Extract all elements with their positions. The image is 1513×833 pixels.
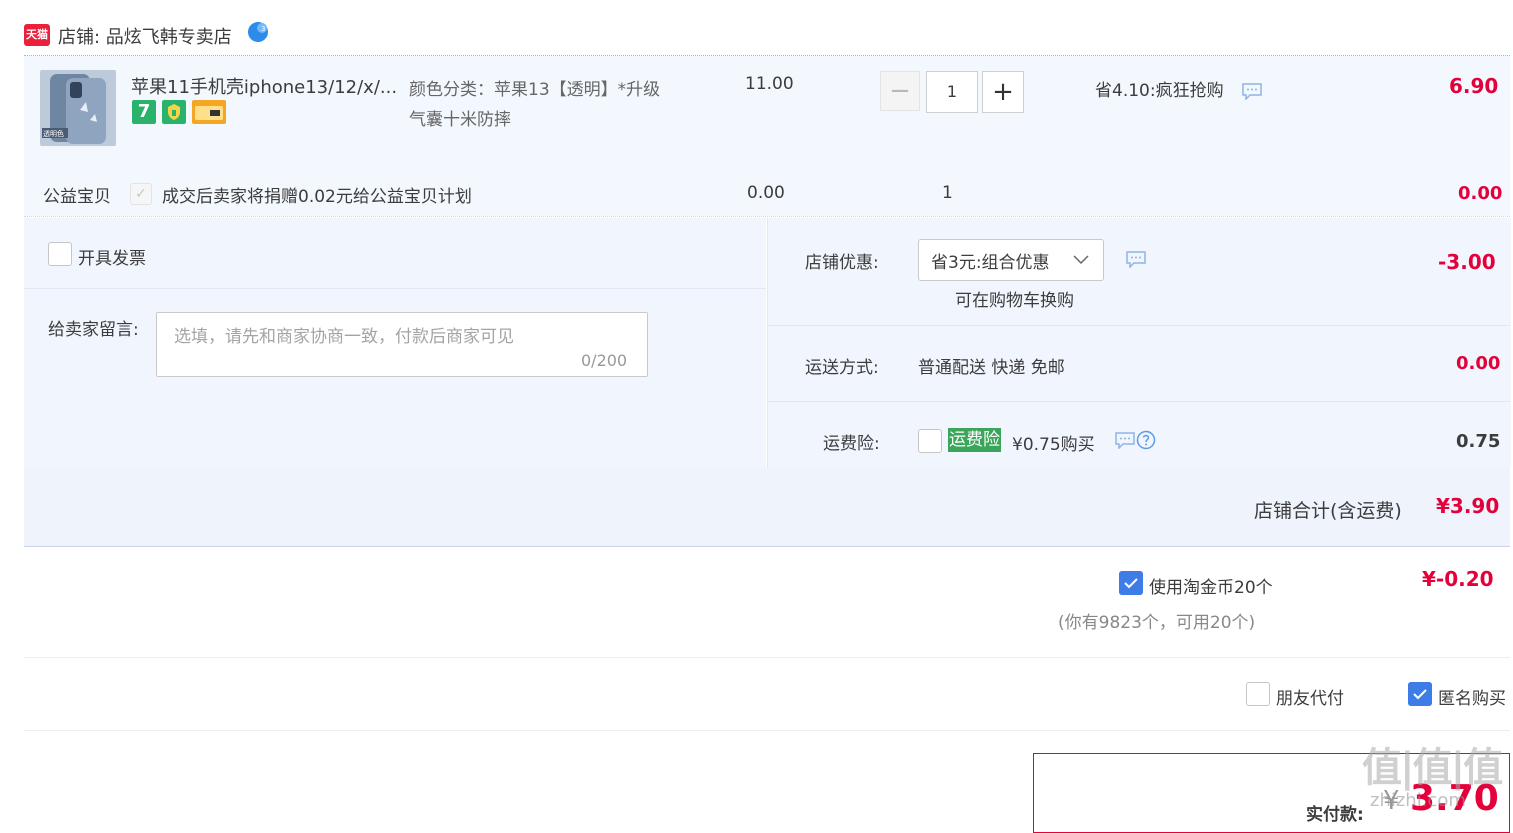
shop-name[interactable]: 店铺: 品炫飞韩专卖店 xyxy=(58,23,232,49)
shop-subtotal-label: 店铺合计(含运费) xyxy=(1254,500,1402,522)
item-total-price: 6.90 xyxy=(1449,74,1499,98)
discount-amount: -3.00 xyxy=(1438,250,1496,274)
use-coins-checkbox[interactable] xyxy=(1119,571,1143,595)
charity-checkbox: ✓ xyxy=(130,183,152,205)
charity-quantity: 1 xyxy=(942,183,953,203)
svg-text:3: 3 xyxy=(261,25,265,33)
product-title[interactable]: 苹果11手机壳iphone13/12/x/... xyxy=(131,73,397,99)
shop-discount-value[interactable]: 省3元:组合优惠 xyxy=(931,248,1050,273)
unit-price: 11.00 xyxy=(745,74,794,94)
sku-line-2: 气囊十米防摔 xyxy=(409,110,511,130)
anonymous-purchase-label[interactable]: 匿名购买 xyxy=(1438,684,1506,709)
coins-discount-amount: ¥-0.20 xyxy=(1422,567,1494,591)
site-watermark: 值|值|值 xyxy=(1362,745,1503,791)
friend-pay-label[interactable]: 朋友代付 xyxy=(1276,684,1344,709)
invoice-checkbox[interactable] xyxy=(48,242,72,266)
shipping-insurance-label: 运费险: xyxy=(823,434,880,454)
memo-placeholder: 选填，请先和商家协商一致，付款后商家可见 xyxy=(174,327,514,347)
shipping-method-label: 运送方式: xyxy=(805,358,879,378)
tmall-logo: 天猫 xyxy=(24,24,50,46)
shipping-insurance-tag: 运费险 xyxy=(948,428,1001,452)
quantity-input[interactable]: 1 xyxy=(926,71,978,113)
discount-divider xyxy=(767,325,1510,326)
coins-divider xyxy=(24,657,1510,658)
shipping-insurance-price[interactable]: ¥0.75购买 xyxy=(1012,430,1095,455)
sku-line-1: 颜色分类：苹果13【透明】*升级 xyxy=(409,80,661,100)
shield-badge-icon xyxy=(162,100,186,124)
shipping-insurance-amount: 0.75 xyxy=(1456,431,1501,452)
site-watermark-url: zhizhi.com xyxy=(1370,790,1466,811)
help-icon[interactable] xyxy=(1136,430,1156,450)
memo-char-count: 0/200 xyxy=(581,351,628,370)
final-payment-label: 实付款: xyxy=(1306,805,1364,825)
use-coins-label[interactable]: 使用淘金币20个 xyxy=(1149,573,1273,598)
charity-total: 0.00 xyxy=(1458,183,1503,204)
chat-bubble-icon[interactable] xyxy=(1125,250,1147,268)
quantity-decrease-button[interactable]: − xyxy=(880,71,920,111)
charity-description: 成交后卖家将捐赠0.02元给公益宝贝计划 xyxy=(162,187,472,207)
memo-label: 给卖家留言: xyxy=(48,320,139,340)
chat-bubble-icon[interactable] xyxy=(1114,431,1136,449)
shop-subtotal-value: ¥3.90 xyxy=(1436,494,1500,518)
payment-divider xyxy=(24,730,1510,731)
promo-text: 省4.10:疯狂抢购 xyxy=(1095,81,1224,101)
chat-bubble-icon[interactable] xyxy=(1241,82,1263,100)
chevron-down-icon[interactable] xyxy=(1072,251,1090,267)
options-divider xyxy=(24,288,766,289)
quantity-increase-button[interactable]: + xyxy=(982,71,1024,113)
sku-info: 颜色分类：苹果13【透明】*升级 气囊十米防摔 xyxy=(409,75,699,135)
anonymous-purchase-checkbox[interactable] xyxy=(1408,682,1432,706)
product-image-label: 透明色 xyxy=(43,129,64,138)
charity-label: 公益宝贝 xyxy=(43,187,111,207)
charity-price: 0.00 xyxy=(747,183,785,203)
shipping-amount: 0.00 xyxy=(1456,353,1501,374)
product-thumbnail[interactable]: 透明色 xyxy=(40,70,116,146)
credit-card-badge-icon xyxy=(192,100,226,124)
invoice-label[interactable]: 开具发票 xyxy=(78,244,146,269)
wangwang-chat-icon[interactable]: 3 xyxy=(246,20,270,44)
friend-pay-checkbox[interactable] xyxy=(1246,682,1270,706)
shop-discount-label: 店铺优惠: xyxy=(805,253,879,273)
coins-balance-note: (你有9823个，可用20个) xyxy=(1058,613,1256,633)
shipping-insurance-checkbox[interactable] xyxy=(918,429,942,453)
shipping-divider xyxy=(767,401,1510,402)
discount-note: 可在购物车换购 xyxy=(955,291,1074,311)
shipping-method-value: 普通配送 快递 免邮 xyxy=(918,358,1065,378)
seven-day-return-badge: 7 xyxy=(132,100,156,124)
